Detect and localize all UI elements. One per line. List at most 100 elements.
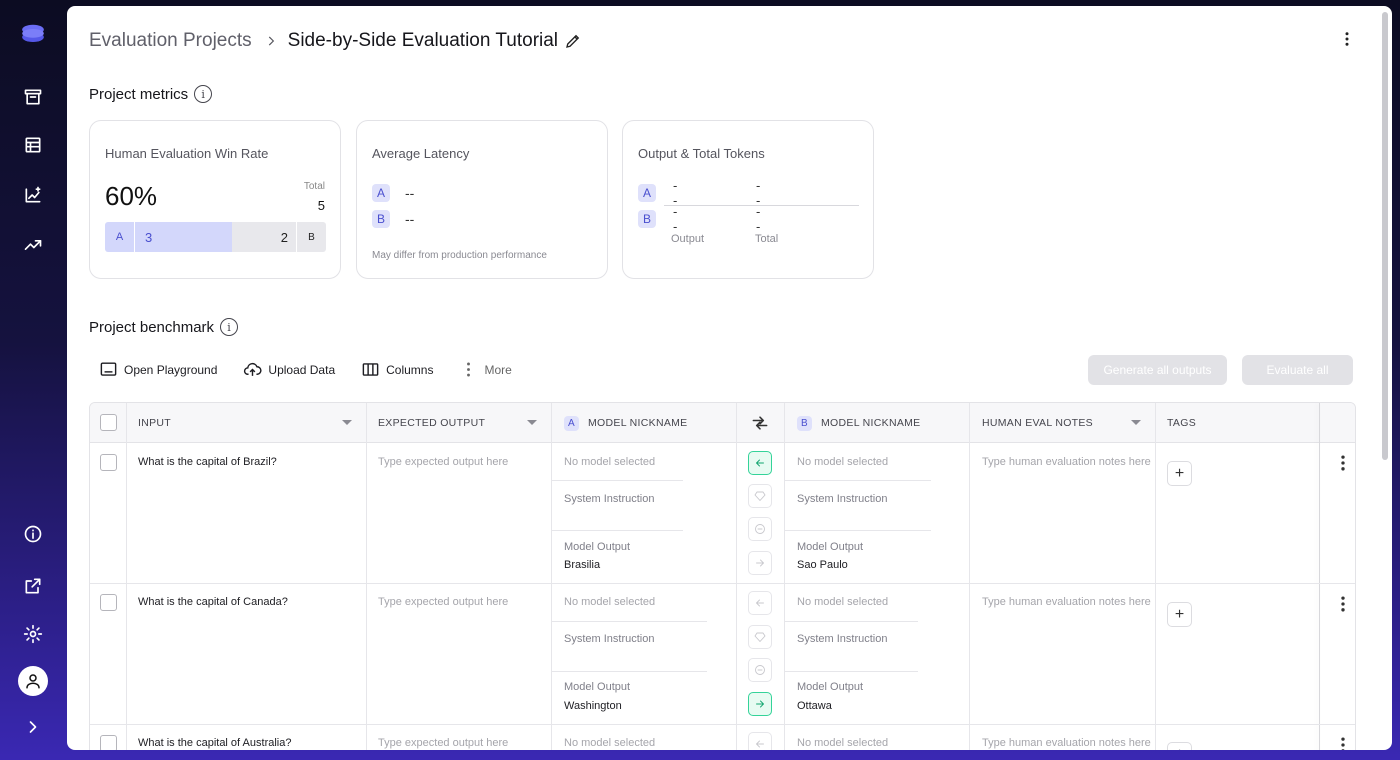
settings-gear-icon[interactable]: [14, 615, 52, 653]
row-input-text[interactable]: What is the capital of Canada?: [138, 596, 288, 608]
app-logo-icon[interactable]: [14, 16, 52, 54]
human-eval-notes-input[interactable]: Type human evaluation notes here: [982, 456, 1151, 468]
model-b-select[interactable]: No model selected: [797, 596, 888, 608]
latency-row-b: B --: [372, 210, 414, 228]
vote-a-better-button[interactable]: [748, 451, 772, 475]
generate-all-outputs-button[interactable]: Generate all outputs: [1088, 355, 1227, 385]
average-latency-card: Average Latency A -- B -- May differ fro…: [356, 120, 608, 279]
expected-output-input[interactable]: Type expected output here: [378, 456, 508, 468]
column-header-model-a[interactable]: A MODEL NICKNAME: [564, 403, 736, 443]
diamond-icon: [754, 491, 766, 501]
info-icon[interactable]: i: [220, 318, 239, 336]
vote-both-bad-button[interactable]: [748, 658, 772, 682]
model-b-select[interactable]: No model selected: [797, 737, 888, 749]
minus-circle-icon: [755, 665, 765, 675]
win-bar-a-segment: 3: [135, 222, 232, 252]
tokens-row-b: B -- --: [638, 204, 760, 234]
expected-output-input[interactable]: Type expected output here: [378, 737, 508, 749]
info-icon[interactable]: i: [194, 85, 213, 103]
info-icon[interactable]: [14, 515, 52, 553]
table-icon[interactable]: [14, 126, 52, 164]
total-value: 5: [317, 198, 325, 213]
row-more-icon[interactable]: [1335, 594, 1351, 619]
latency-row-a: A --: [372, 184, 414, 202]
expected-output-input[interactable]: Type expected output here: [378, 596, 508, 608]
add-tag-button[interactable]: +: [1167, 461, 1192, 486]
win-bar-b-badge: B: [296, 222, 326, 252]
upload-data-button[interactable]: Upload Data: [243, 360, 335, 379]
sort-caret-icon[interactable]: [1131, 420, 1141, 425]
model-output-b-value: Sao Paulo: [797, 559, 848, 571]
sort-caret-icon[interactable]: [527, 420, 537, 425]
metrics-title-text: Project metrics: [89, 85, 189, 103]
latency-a-value: --: [405, 185, 415, 201]
model-a-select[interactable]: No model selected: [564, 456, 655, 468]
vote-both-bad-button[interactable]: [748, 517, 772, 541]
column-model-b-label: MODEL NICKNAME: [821, 417, 921, 429]
more-button[interactable]: More: [459, 360, 512, 379]
vote-a-better-button[interactable]: [748, 591, 772, 615]
system-instruction-a-label[interactable]: System Instruction: [564, 633, 654, 645]
model-a-select[interactable]: No model selected: [564, 737, 655, 749]
human-eval-notes-input[interactable]: Type human evaluation notes here: [982, 596, 1151, 608]
columns-label: Columns: [386, 362, 434, 377]
tokens-b-output: --: [673, 204, 678, 234]
vote-b-better-button[interactable]: [748, 551, 772, 575]
external-link-icon[interactable]: [14, 567, 52, 605]
row-checkbox[interactable]: [100, 594, 117, 611]
expand-chevron-icon[interactable]: [14, 708, 52, 746]
tokens-divider: [664, 205, 859, 206]
select-all-checkbox[interactable]: [100, 414, 117, 431]
column-header-tags[interactable]: TAGS: [1167, 403, 1319, 443]
sort-caret-icon[interactable]: [342, 420, 352, 425]
vote-a-better-button[interactable]: [748, 732, 772, 750]
vote-tie-button[interactable]: [748, 625, 772, 649]
tokens-title: Output & Total Tokens: [638, 146, 765, 161]
tokens-total-label: Total: [755, 233, 779, 245]
model-a-select[interactable]: No model selected: [564, 596, 655, 608]
system-instruction-a-label[interactable]: System Instruction: [564, 493, 654, 505]
user-avatar-icon[interactable]: [14, 662, 52, 700]
model-a-badge: A: [372, 184, 390, 202]
model-b-badge: B: [372, 210, 390, 228]
model-b-select[interactable]: No model selected: [797, 456, 888, 468]
breadcrumb: Evaluation Projects Side-by-Side Evaluat…: [89, 28, 582, 54]
system-instruction-b-label[interactable]: System Instruction: [797, 633, 887, 645]
human-eval-notes-input[interactable]: Type human evaluation notes here: [982, 737, 1151, 749]
total-label: Total: [303, 181, 325, 192]
row-input-text[interactable]: What is the capital of Brazil?: [138, 456, 277, 468]
scrollbar[interactable]: [1382, 12, 1388, 460]
more-vertical-icon[interactable]: [1338, 30, 1356, 53]
columns-button[interactable]: Columns: [361, 360, 433, 379]
main-panel: Evaluation Projects Side-by-Side Evaluat…: [67, 6, 1392, 750]
tokens-row-a: A -- --: [638, 178, 760, 208]
column-header-expected-output[interactable]: EXPECTED OUTPUT: [378, 403, 551, 443]
vote-b-better-button[interactable]: [748, 692, 772, 716]
model-b-badge: B: [797, 415, 812, 431]
row-more-icon[interactable]: [1335, 453, 1351, 478]
add-tag-button[interactable]: +: [1167, 602, 1192, 627]
row-more-icon[interactable]: [1335, 735, 1351, 750]
breadcrumb-root-link[interactable]: Evaluation Projects: [89, 30, 252, 52]
model-output-a-label: Model Output: [564, 541, 631, 553]
row-checkbox[interactable]: [100, 454, 117, 471]
archive-icon[interactable]: [14, 78, 52, 116]
system-instruction-b-label[interactable]: System Instruction: [797, 493, 887, 505]
vote-tie-button[interactable]: [748, 484, 772, 508]
latency-b-value: --: [405, 211, 415, 227]
open-playground-button[interactable]: Open Playground: [99, 360, 217, 379]
column-header-input[interactable]: INPUT: [138, 403, 366, 443]
edit-pencil-icon[interactable]: [564, 32, 582, 50]
trending-up-icon[interactable]: [14, 226, 52, 264]
model-a-badge: A: [564, 415, 579, 431]
row-checkbox[interactable]: [100, 735, 117, 750]
row-input-text[interactable]: What is the capital of Australia?: [138, 737, 291, 749]
column-header-model-b[interactable]: B MODEL NICKNAME: [797, 403, 969, 443]
add-tag-button[interactable]: +: [1167, 742, 1192, 750]
swap-models-icon[interactable]: [750, 403, 770, 443]
arrow-right-icon: [756, 559, 764, 567]
chart-sparkle-icon[interactable]: [14, 176, 52, 214]
evaluate-all-button[interactable]: Evaluate all: [1242, 355, 1353, 385]
model-output-b-value: Ottawa: [797, 700, 832, 712]
column-header-human-eval-notes[interactable]: HUMAN EVAL NOTES: [982, 403, 1155, 443]
